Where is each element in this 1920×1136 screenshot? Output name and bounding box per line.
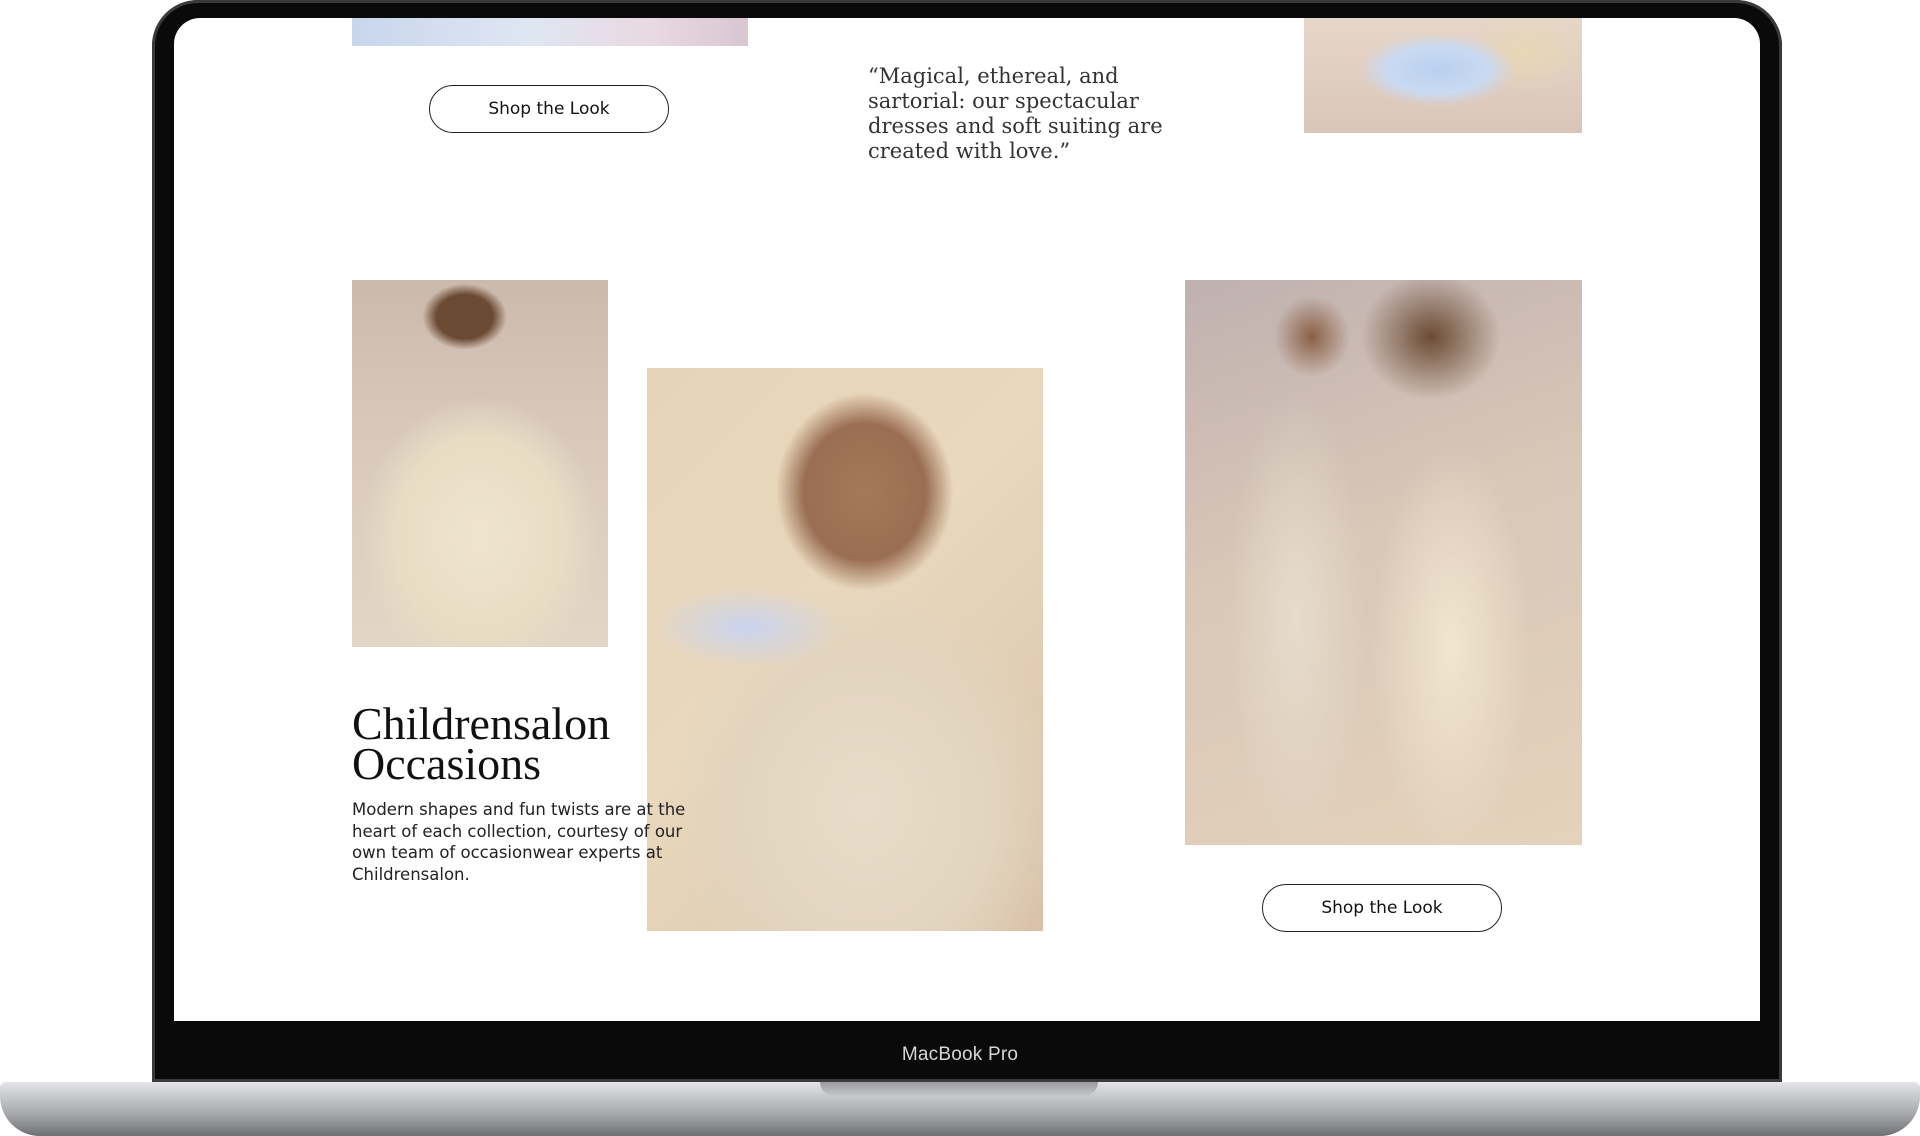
browser-viewport[interactable]: Shop the Look “Magical, ethereal, and sa… [174,18,1760,1021]
brand-quote: “Magical, ethereal, and sartorial: our s… [868,64,1163,163]
shop-the-look-button-top[interactable]: Shop the Look [429,85,669,133]
laptop-hinge-notch [820,1082,1098,1096]
top-left-dress-photo [352,18,748,46]
top-right-dress-photo [1304,18,1582,133]
boy-in-linen-suit-photo [647,368,1043,931]
laptop-mockup: Shop the Look “Magical, ethereal, and sa… [0,0,1920,1136]
shop-the-look-button-occasions[interactable]: Shop the Look [1262,884,1502,932]
occasions-heading: Childrensalon Occasions [352,701,692,789]
girl-in-tulle-dress-photo [352,280,608,647]
macbook-model-label: MacBook Pro [901,1044,1019,1065]
occasions-heading-line2: Occasions [352,738,542,789]
occasions-description: Modern shapes and fun twists are at the … [352,800,686,884]
boy-and-girl-occasionwear-photo [1185,280,1582,845]
